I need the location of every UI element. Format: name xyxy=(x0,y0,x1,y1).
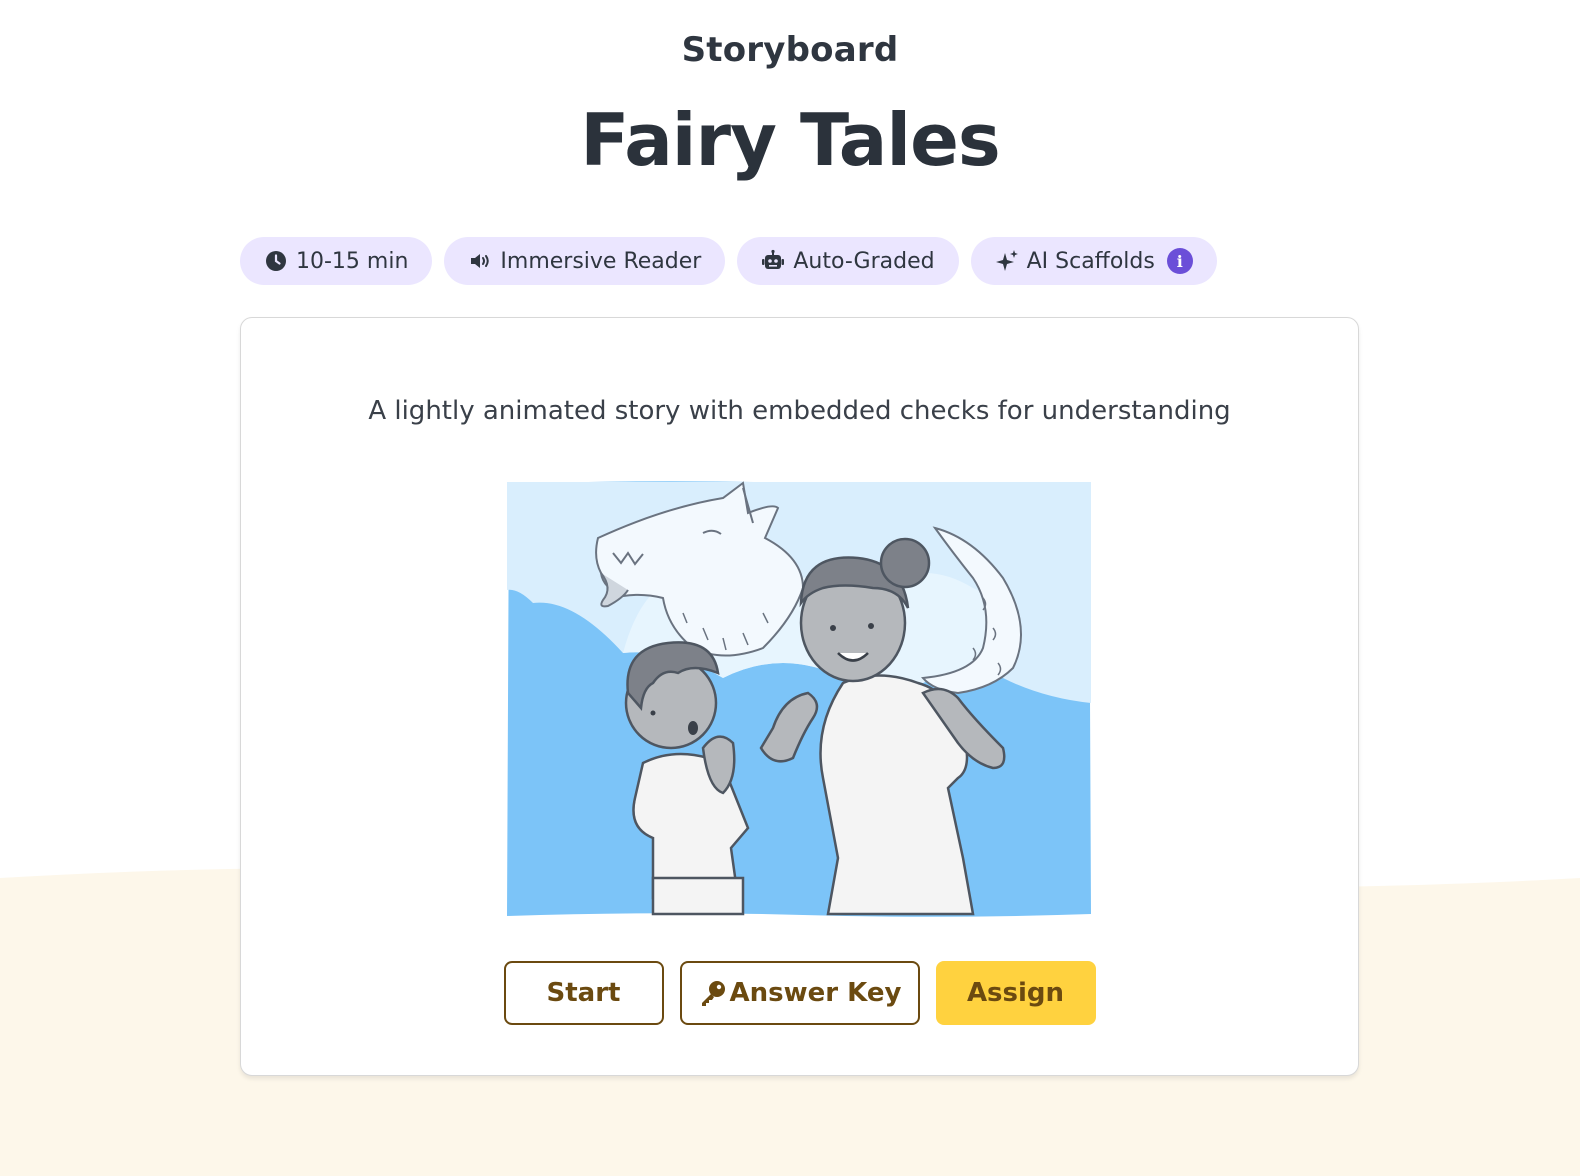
page-eyebrow: Storyboard xyxy=(681,30,899,70)
sparkles-icon xyxy=(995,250,1018,271)
activity-card: A lightly animated story with embedded c… xyxy=(240,317,1359,1076)
key-icon xyxy=(701,981,725,1006)
answer-key-button[interactable]: Answer Key xyxy=(679,961,920,1025)
ai-scaffolds-badge: AI Scaffolds i xyxy=(970,237,1217,285)
start-button[interactable]: Start xyxy=(503,961,664,1025)
clock-icon xyxy=(266,251,286,271)
wolf-and-storyteller-illustration xyxy=(507,481,1091,917)
immersive-reader-label: Immersive Reader xyxy=(500,248,702,274)
immersive-reader-badge: Immersive Reader xyxy=(444,237,726,285)
assign-button[interactable]: Assign xyxy=(935,961,1096,1025)
duration-badge: 10-15 min xyxy=(240,237,433,285)
assign-button-label: Assign xyxy=(966,978,1065,1008)
feature-badges: 10-15 min Immersive Reader Auto-Graded A… xyxy=(240,237,1217,285)
duration-label: 10-15 min xyxy=(296,248,409,274)
start-button-label: Start xyxy=(546,978,621,1008)
robot-icon xyxy=(762,249,785,269)
auto-graded-badge: Auto-Graded xyxy=(737,237,959,285)
auto-graded-label: Auto-Graded xyxy=(793,248,935,274)
answer-key-button-label: Answer Key xyxy=(729,978,902,1008)
speaker-icon xyxy=(471,254,490,268)
info-icon[interactable]: i xyxy=(1166,248,1193,274)
page-title: Fairy Tales xyxy=(580,98,1001,182)
action-buttons: Start Answer Key Assign xyxy=(241,961,1358,1025)
activity-description: A lightly animated story with embedded c… xyxy=(368,396,1231,426)
ai-scaffolds-label: AI Scaffolds xyxy=(1026,248,1155,274)
